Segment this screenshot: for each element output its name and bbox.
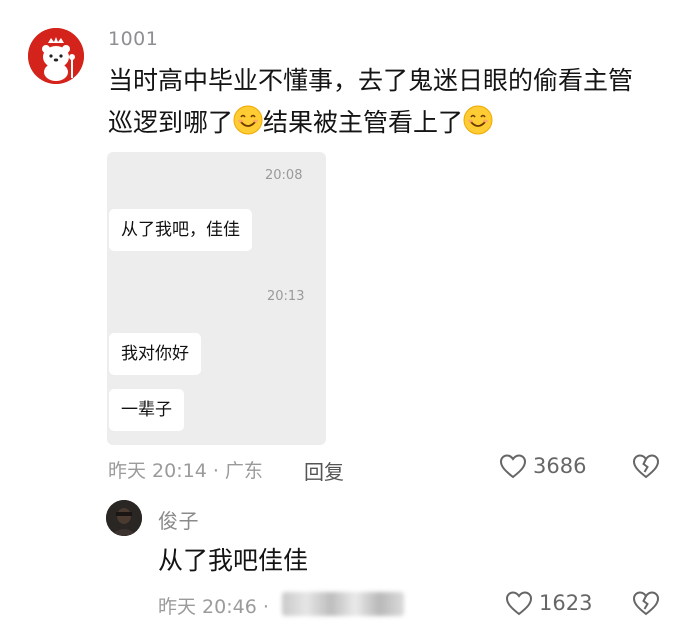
broken-heart-icon bbox=[632, 591, 660, 616]
redacted-blur bbox=[282, 592, 404, 616]
chat-timestamp: 20:13 bbox=[267, 289, 305, 304]
heart-outline-icon bbox=[499, 454, 527, 479]
dislike-button[interactable] bbox=[632, 590, 660, 616]
comment-thread: 1001 当时高中毕业不懂事，去了鬼迷日眼的偷看主管 巡逻到哪了 结果被主管看上… bbox=[0, 0, 690, 628]
smile-emoji-icon bbox=[463, 105, 493, 135]
like-count: 1623 bbox=[539, 591, 593, 615]
reply-text: 从了我吧佳佳 bbox=[158, 546, 309, 575]
smile-emoji-icon bbox=[233, 105, 263, 135]
chat-bubble: 我对你好 bbox=[109, 333, 201, 375]
chat-bubble: 一辈子 bbox=[109, 389, 184, 431]
avatar[interactable] bbox=[28, 28, 84, 84]
comment-username[interactable]: 1001 bbox=[108, 28, 158, 50]
dislike-button[interactable] bbox=[632, 453, 660, 479]
avatar[interactable] bbox=[106, 500, 142, 536]
chat-timestamp: 20:08 bbox=[265, 168, 303, 183]
reply-meta: 昨天 20:46 · bbox=[158, 596, 269, 618]
bear-avatar-icon bbox=[28, 28, 84, 84]
like-button[interactable]: 3686 bbox=[499, 453, 586, 479]
user-photo-avatar-icon bbox=[106, 500, 142, 536]
like-count: 3686 bbox=[533, 454, 587, 478]
comment-text: 当时高中毕业不懂事，去了鬼迷日眼的偷看主管 巡逻到哪了 结果被主管看上了 bbox=[108, 66, 634, 137]
broken-heart-icon bbox=[632, 454, 660, 479]
reply-username[interactable]: 俊子 bbox=[158, 505, 199, 534]
comment-meta: 昨天 20:14 · 广东 bbox=[108, 460, 263, 482]
heart-outline-icon bbox=[505, 591, 533, 616]
chat-bubble: 从了我吧，佳佳 bbox=[109, 209, 252, 251]
like-button[interactable]: 1623 bbox=[505, 590, 592, 616]
chat-screenshot-image[interactable]: 20:08 从了我吧，佳佳 20:13 我对你好 一辈子 bbox=[107, 152, 326, 445]
reply-button[interactable]: 回复 bbox=[304, 456, 344, 485]
